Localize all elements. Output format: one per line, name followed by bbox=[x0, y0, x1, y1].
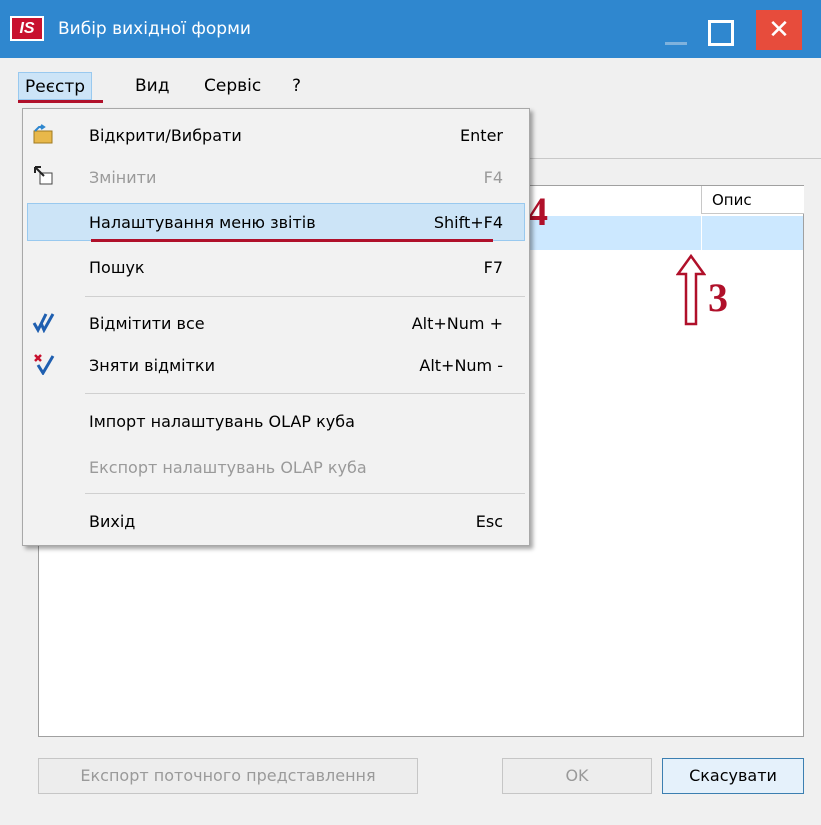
menu-service[interactable]: Сервіс bbox=[204, 72, 261, 100]
menu-item-import-olap[interactable]: Імпорт налаштувань OLAP куба bbox=[23, 403, 529, 441]
menu-item-clear-marks[interactable]: Зняти відмітки Alt+Num - bbox=[23, 347, 529, 385]
title-bar[interactable]: IS Вибір вихідної форми ✕ bbox=[0, 0, 821, 58]
app-logo-icon: IS bbox=[10, 16, 44, 41]
annotation-step-3: 3 bbox=[708, 275, 728, 320]
menu-item-search[interactable]: Пошук F7 bbox=[23, 249, 529, 287]
close-button[interactable]: ✕ bbox=[756, 10, 802, 50]
window-title: Вибір вихідної форми bbox=[58, 19, 251, 39]
annotation-arrow-up-icon bbox=[676, 254, 706, 326]
menu-item-export-olap[interactable]: Експорт налаштувань OLAP куба bbox=[23, 449, 529, 487]
menu-bar: Реєстр Вид Сервіс ? bbox=[16, 58, 821, 102]
menu-separator bbox=[85, 493, 525, 494]
menu-help[interactable]: ? bbox=[292, 72, 301, 100]
table-cell-description[interactable] bbox=[701, 216, 803, 250]
menu-separator bbox=[85, 393, 525, 394]
cancel-button[interactable]: Скасувати bbox=[662, 758, 804, 794]
menu-item-report-menu-settings[interactable]: Налаштування меню звітів Shift+F4 bbox=[27, 203, 525, 241]
minimize-button[interactable] bbox=[658, 8, 708, 52]
menu-item-select-all[interactable]: Відмітити все Alt+Num + bbox=[23, 305, 529, 343]
maximize-button[interactable] bbox=[704, 12, 748, 52]
menu-separator bbox=[85, 296, 525, 297]
edit-pointer-icon bbox=[31, 165, 57, 191]
menu-item-open-select[interactable]: Відкрити/Вибрати Enter bbox=[23, 117, 529, 155]
dialog-window: IS Вибір вихідної форми ✕ Реєстр Вид Сер… bbox=[0, 0, 821, 825]
menu-view[interactable]: Вид bbox=[135, 72, 169, 100]
check-all-icon bbox=[31, 311, 57, 337]
export-current-view-button[interactable]: Експорт поточного представлення bbox=[38, 758, 418, 794]
ok-button[interactable]: OK bbox=[502, 758, 652, 794]
report-settings-red-underline bbox=[91, 239, 493, 242]
folder-open-icon bbox=[31, 123, 57, 149]
menu-item-exit[interactable]: Вихід Esc bbox=[23, 503, 529, 541]
column-header-description[interactable]: Опис bbox=[701, 186, 804, 214]
menu-item-edit[interactable]: Змінити F4 bbox=[23, 159, 529, 197]
uncheck-all-icon bbox=[31, 353, 57, 379]
menu-registry-red-underline bbox=[18, 100, 103, 103]
annotation-step-4: 4 bbox=[528, 189, 548, 234]
menu-registry[interactable]: Реєстр bbox=[18, 72, 93, 100]
registry-dropdown-menu: Відкрити/Вибрати Enter Змінити F4 Налашт… bbox=[22, 108, 530, 546]
tab-strip-divider bbox=[530, 158, 821, 159]
